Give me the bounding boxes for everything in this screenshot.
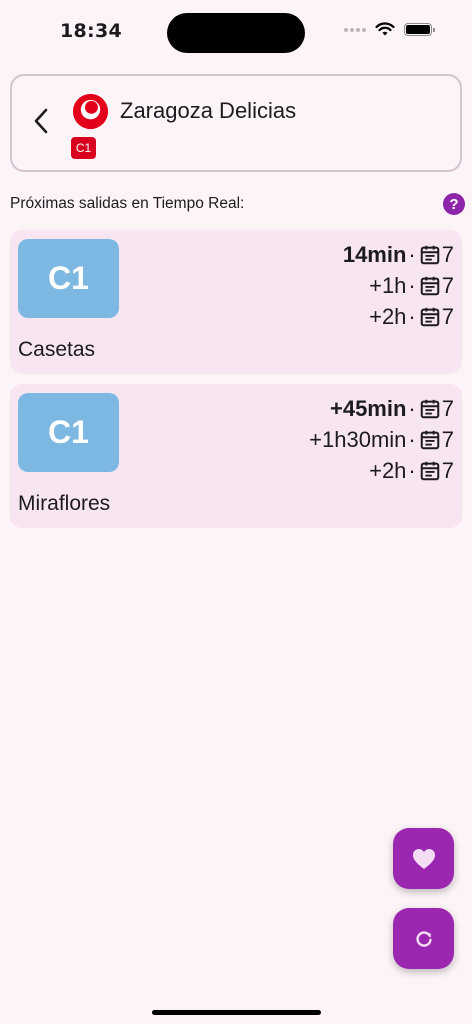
departure-time-row: +2h · 7 — [309, 455, 454, 486]
departure-time-row: +2h · 7 — [343, 301, 454, 332]
calendar-icon — [420, 399, 440, 418]
line-badge: C1 — [71, 137, 96, 159]
favorite-button[interactable] — [393, 828, 454, 889]
status-bar: 18:34 — [0, 0, 472, 64]
wifi-icon — [375, 22, 395, 36]
status-icons — [344, 22, 435, 37]
departure-time-row: +1h · 7 — [343, 270, 454, 301]
refresh-icon — [415, 930, 432, 947]
station-header: Zaragoza Delicias C1 — [10, 74, 462, 172]
time-separator: · — [408, 395, 416, 421]
time-separator: · — [408, 272, 416, 298]
time-separator: · — [408, 426, 416, 452]
home-indicator — [152, 1010, 321, 1015]
departure-time-row: +45min · 7 — [309, 393, 454, 424]
departure-time: +1h — [369, 272, 407, 298]
chevron-left-icon — [34, 108, 48, 134]
service-days: 7 — [441, 426, 454, 452]
departure-time-row: 14min · 7 — [343, 239, 454, 270]
heart-icon — [412, 848, 435, 869]
departure-time-row: +1h30min · 7 — [309, 424, 454, 455]
destination-name: Casetas — [18, 338, 96, 361]
service-days: 7 — [441, 303, 454, 329]
calendar-icon — [420, 307, 440, 326]
dynamic-island — [167, 13, 305, 53]
service-days: 7 — [441, 272, 454, 298]
calendar-icon — [420, 245, 440, 264]
departure-time: +2h — [369, 303, 407, 329]
service-days: 7 — [441, 395, 454, 421]
refresh-button[interactable] — [393, 908, 454, 969]
line-badge: C1 — [18, 393, 119, 472]
renfe-logo — [72, 93, 109, 130]
departure-time: +1h30min — [309, 426, 407, 452]
help-button[interactable]: ? — [443, 193, 465, 215]
departure-card[interactable]: C1 14min · 7 +1h · 7 +2h · 7 Casetas — [10, 230, 462, 374]
signal-icon — [344, 27, 366, 32]
calendar-icon — [420, 461, 440, 480]
destination-name: Miraflores — [18, 492, 111, 515]
time-separator: · — [408, 241, 416, 267]
service-days: 7 — [441, 457, 454, 483]
service-days: 7 — [441, 241, 454, 267]
departure-times: +45min · 7 +1h30min · 7 +2h · 7 — [309, 393, 454, 486]
calendar-icon — [420, 430, 440, 449]
back-button[interactable] — [26, 104, 56, 138]
battery-icon — [404, 23, 435, 36]
status-time: 18:34 — [60, 20, 122, 42]
section-label: Próximas salidas en Tiempo Real: — [10, 195, 245, 212]
departure-time: +45min — [329, 395, 407, 421]
departure-time: 14min — [342, 241, 407, 267]
departure-time: +2h — [369, 457, 407, 483]
calendar-icon — [420, 276, 440, 295]
line-badge: C1 — [18, 239, 119, 318]
departure-times: 14min · 7 +1h · 7 +2h · 7 — [343, 239, 454, 332]
station-name: Zaragoza Delicias — [120, 98, 297, 123]
time-separator: · — [408, 457, 416, 483]
departure-card[interactable]: C1 +45min · 7 +1h30min · 7 +2h · 7 Miraf… — [10, 384, 462, 528]
time-separator: · — [408, 303, 416, 329]
